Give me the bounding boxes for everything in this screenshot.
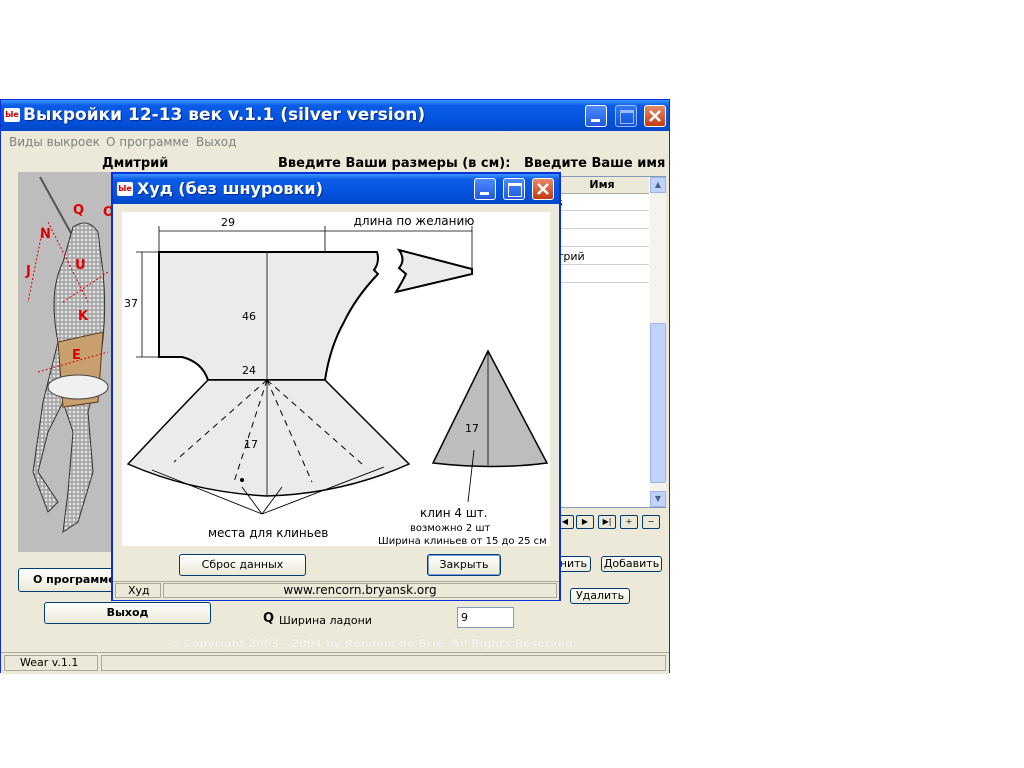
- menu-bar: Виды выкроек О программе Выход: [1, 131, 669, 153]
- table-row[interactable]: [555, 212, 649, 229]
- minimize-button[interactable]: [585, 105, 607, 127]
- dialog-minimize-button[interactable]: [474, 178, 496, 200]
- length-note-text: длина по желанию: [354, 214, 475, 228]
- close-icon: [649, 110, 661, 122]
- dialog-status-url[interactable]: www.rencorn.bryansk.org: [163, 583, 557, 598]
- measure-label: Ширина ладони: [279, 614, 372, 627]
- menu-item-exit[interactable]: Выход: [196, 135, 236, 149]
- gore-width-text: Ширина клиньев от 15 до 25 см: [378, 536, 547, 546]
- dialog-maximize-button[interactable]: [503, 178, 525, 200]
- figure-label-k: K: [78, 309, 89, 324]
- dialog-status-item: Худ: [115, 583, 161, 598]
- scroll-thumb[interactable]: [650, 323, 666, 483]
- dialog-close-button[interactable]: [532, 178, 554, 200]
- figure-label-q: Q: [73, 203, 84, 218]
- hood-pattern-svg: 29 длина по желанию 37 46 24 17 17 места…: [124, 214, 549, 547]
- table-row[interactable]: [555, 230, 649, 247]
- armored-figure-image: Q O N J U K E: [25, 176, 114, 534]
- gore-count-text: клин 4 шт.: [420, 506, 488, 520]
- table-row[interactable]: s: [555, 194, 649, 211]
- status-bar: Wear v.1.1: [1, 652, 669, 674]
- minimize-icon: [480, 192, 489, 195]
- table-row[interactable]: трий: [555, 248, 649, 265]
- add-button[interactable]: Добавить: [601, 556, 662, 572]
- menu-item-about[interactable]: О программе: [106, 135, 189, 149]
- nav-insert-button[interactable]: +: [620, 515, 638, 529]
- figure-label-n: N: [40, 227, 51, 242]
- dim-gore-text: 17: [465, 422, 479, 435]
- close-icon: [537, 183, 549, 195]
- dialog-close-action-button[interactable]: Закрыть: [427, 554, 501, 576]
- nav-next-button[interactable]: ▶: [576, 515, 594, 529]
- dialog-title-bar[interactable]: Ыe Худ (без шнуровки): [113, 174, 559, 204]
- nav-delete-button[interactable]: −: [642, 515, 660, 529]
- table-scrollbar[interactable]: ▲ ▼: [650, 177, 666, 507]
- dim-left-text: 37: [124, 297, 138, 310]
- sizes-heading: Введите Ваши размеры (в см):: [278, 156, 511, 171]
- about-button[interactable]: О программе: [18, 568, 118, 592]
- status-panel: [101, 655, 666, 671]
- scroll-down-button[interactable]: ▼: [650, 491, 666, 507]
- delete-button[interactable]: Удалить: [570, 588, 630, 604]
- measure-letter: Q: [263, 611, 275, 626]
- dim-top-text: 29: [221, 216, 235, 229]
- nav-last-button[interactable]: ▶|: [598, 515, 616, 529]
- figure-label-u: U: [75, 258, 86, 273]
- maximize-button[interactable]: [615, 105, 637, 127]
- copyright-text: © Copyright 2003 - 2004 by Rendom de Bri…: [169, 637, 577, 650]
- exit-button[interactable]: Выход: [44, 602, 211, 624]
- scroll-up-button[interactable]: ▲: [650, 177, 666, 193]
- table-header-name: Имя: [555, 177, 649, 194]
- status-version: Wear v.1.1: [4, 655, 98, 671]
- main-title-bar[interactable]: Ыe Выкройки 12-13 век v.1.1 (silver vers…: [1, 100, 669, 131]
- dialog-app-icon: Ыe: [117, 182, 133, 196]
- palm-width-input[interactable]: 9: [457, 607, 514, 628]
- enter-name-heading: Введите Ваше имя: [524, 156, 666, 171]
- names-table[interactable]: Имя s трий ▲ ▼: [554, 176, 666, 508]
- reset-data-button[interactable]: Сброс данных: [179, 554, 306, 576]
- maximize-icon: [620, 110, 634, 124]
- hood-dialog: Ыe Худ (без шнуровки) 29 длина по желани…: [111, 172, 561, 601]
- figure-label-j: J: [25, 264, 31, 279]
- dim-skirt-text: 17: [244, 438, 258, 451]
- dim-waist-text: 24: [242, 364, 256, 377]
- gore-alt-text: возможно 2 шт: [410, 523, 491, 534]
- table-row[interactable]: [555, 266, 649, 283]
- app-icon: Ыe: [4, 108, 20, 122]
- figure-panel: Q O N J U K E: [18, 172, 114, 552]
- menu-item-patterns[interactable]: Виды выкроек: [9, 135, 100, 149]
- user-name-label: Дмитрий: [102, 156, 169, 171]
- gore-places-text: места для клиньев: [208, 526, 328, 540]
- close-button[interactable]: [644, 105, 666, 127]
- hood-pattern-drawing: 29 длина по желанию 37 46 24 17 17 места…: [122, 212, 550, 547]
- maximize-icon: [508, 183, 522, 197]
- figure-label-e: E: [72, 348, 81, 363]
- window-title: Выкройки 12-13 век v.1.1 (silver version…: [23, 105, 426, 125]
- dialog-status-bar: Худ www.rencorn.bryansk.org: [113, 581, 559, 600]
- dialog-title: Худ (без шнуровки): [137, 179, 323, 198]
- dim-center-text: 46: [242, 310, 256, 323]
- minimize-icon: [591, 119, 600, 122]
